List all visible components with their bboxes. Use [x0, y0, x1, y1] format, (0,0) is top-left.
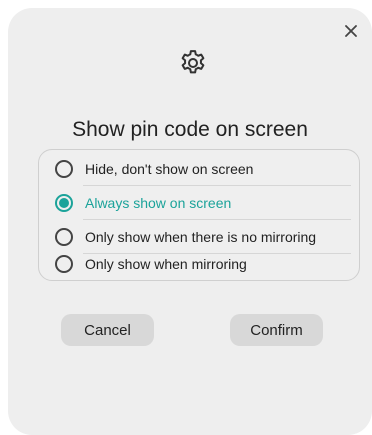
option-label: Always show on screen [85, 194, 232, 211]
option-label: Only show when there is no mirroring [85, 228, 317, 245]
dialog-title: Show pin code on screen [72, 118, 308, 141]
cancel-button[interactable]: Cancel [61, 314, 154, 346]
gear-icon [181, 50, 205, 74]
close-button[interactable] [340, 20, 362, 42]
radio-unchecked[interactable] [55, 254, 73, 273]
option-hide[interactable]: Hide, don't show on screen [39, 152, 359, 185]
radio-checked[interactable] [55, 193, 73, 212]
confirm-button[interactable]: Confirm [230, 314, 323, 346]
option-label: Only show when mirroring [85, 255, 247, 272]
option-when-mirroring[interactable]: Only show when mirroring [39, 247, 359, 280]
option-label: Hide, don't show on screen [85, 160, 254, 177]
radio-unchecked[interactable] [55, 159, 73, 178]
radio-dot [59, 197, 69, 208]
option-always-show[interactable]: Always show on screen [39, 186, 359, 219]
pin-code-dialog: Show pin code on screen Hide, don't show… [8, 8, 372, 435]
radio-unchecked[interactable] [55, 227, 73, 246]
close-icon [345, 25, 357, 37]
pin-display-options: Hide, don't show on screen Always show o… [38, 149, 360, 281]
